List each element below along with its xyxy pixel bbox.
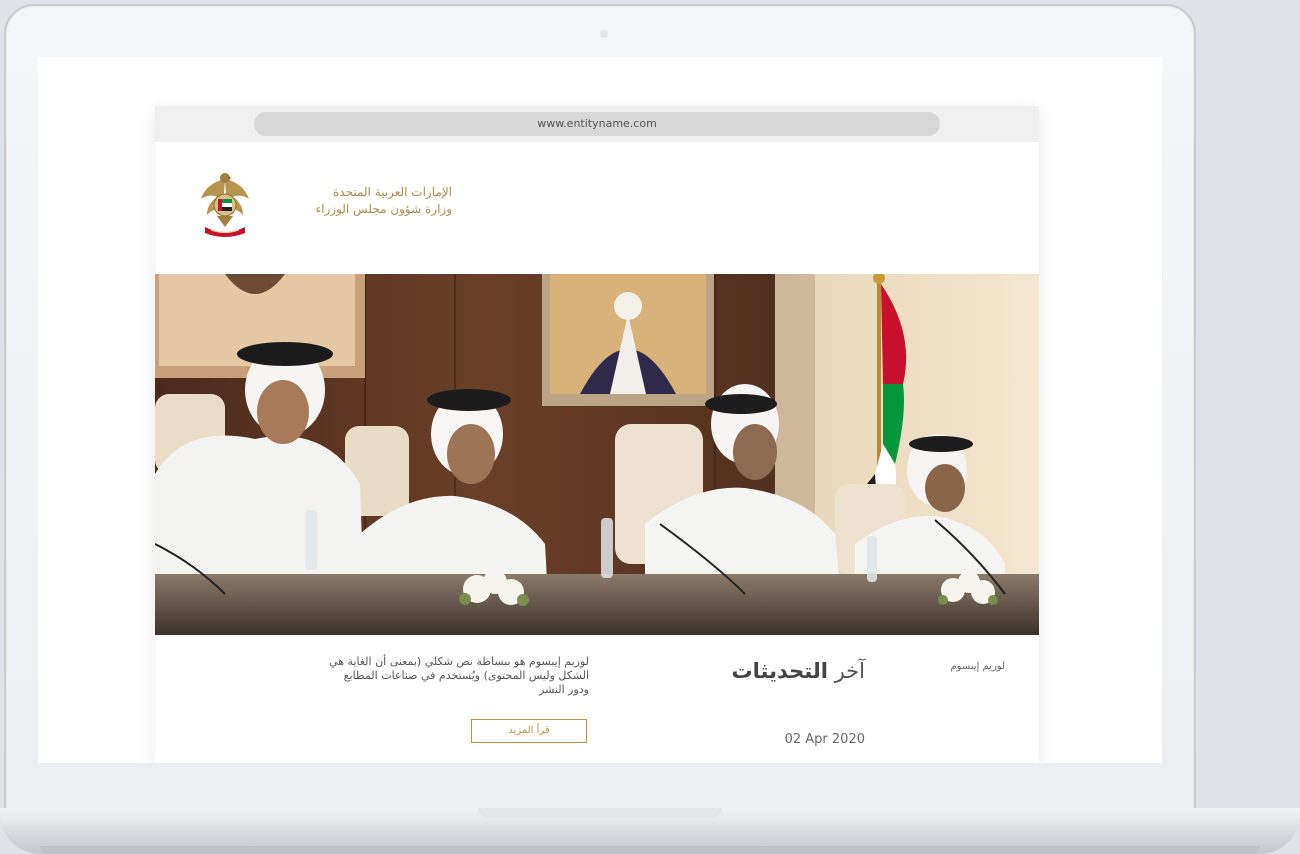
news-excerpt: لوريم إيبسوم هو ببساطة نص شكلي (بمعنى أن… — [329, 655, 589, 696]
brand-line-ministry: وزارة شؤون مجلس الوزراء — [315, 202, 452, 216]
laptop-shadow — [40, 846, 1260, 854]
brand-line-country: الإمارات العربية المتحدة — [333, 185, 452, 199]
laptop-notch — [478, 808, 722, 818]
camera-icon — [600, 30, 608, 38]
category-label[interactable]: لوريم إيبسوم — [925, 661, 1005, 672]
latest-updates-section: لوريم إيبسوم آخر التحديثات 02 Apr 2020 ل… — [155, 635, 1039, 763]
news-date: 02 Apr 2020 — [784, 732, 865, 747]
site-header: الإمارات العربية المتحدة وزارة شؤون مجلس… — [155, 142, 1039, 274]
browser-window: www.entityname.com الإمارات العربية المت… — [155, 106, 1039, 763]
read-more-button[interactable]: قرأ المزيد — [471, 719, 587, 743]
uae-emblem-logo[interactable] — [197, 169, 253, 239]
url-bar[interactable]: www.entityname.com — [254, 112, 940, 136]
laptop-screen: www.entityname.com الإمارات العربية المت… — [38, 57, 1162, 763]
section-title: آخر التحديثات — [715, 659, 865, 683]
hero-image — [155, 274, 1039, 635]
cabinet-meeting-photo — [155, 274, 1039, 635]
browser-toolbar: www.entityname.com — [155, 106, 1039, 142]
brand-name: الإمارات العربية المتحدة وزارة شؤون مجلس… — [262, 184, 452, 218]
section-title-bold: التحديثات — [731, 659, 828, 683]
section-title-prefix: آخر — [834, 659, 865, 683]
